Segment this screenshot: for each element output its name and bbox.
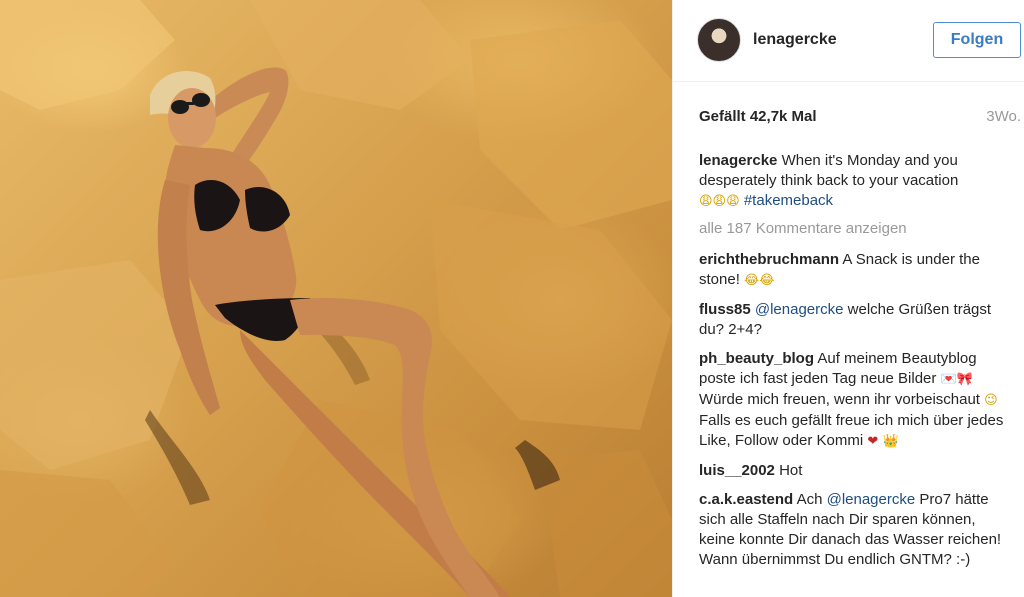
comment-emoji: 😉 xyxy=(984,393,998,408)
caption-username[interactable]: lenagercke xyxy=(699,152,777,169)
comment-text: Würde mich freuen, wenn ihr vorbeischaut xyxy=(699,391,980,408)
post-sidebar: lenagercke Folgen Gefällt 42,7k Mal 3Wo.… xyxy=(672,0,1024,597)
comment-text: Hot xyxy=(779,462,803,479)
comment-emoji: 😂😂 xyxy=(744,273,775,288)
caption-hashtag[interactable]: #takemeback xyxy=(744,192,833,209)
comment-username[interactable]: luis__2002 xyxy=(699,462,775,479)
photo-illustration xyxy=(0,0,672,597)
avatar[interactable] xyxy=(697,18,741,62)
likes-row: Gefällt 42,7k Mal 3Wo. xyxy=(699,108,1021,128)
list-item: erichthebruchmann A Snack is under the s… xyxy=(699,250,1009,291)
comment-username[interactable]: erichthebruchmann xyxy=(699,251,839,268)
comment-username[interactable]: c.a.k.eastend xyxy=(699,491,793,508)
caption-emojis: 😩😩😩 xyxy=(699,194,740,209)
likes-count[interactable]: Gefällt 42,7k Mal xyxy=(699,108,817,125)
comment-username[interactable]: fluss85 xyxy=(699,301,751,318)
caption: lenagercke When it's Monday and you desp… xyxy=(699,151,1009,212)
list-item: c.a.k.eastend Ach @lenagercke Pro7 hätte… xyxy=(699,490,1009,570)
post-time[interactable]: 3Wo. xyxy=(986,108,1021,125)
view-more-comments-link[interactable]: alle 187 Kommentare anzeigen xyxy=(699,219,1009,239)
list-item: ph_beauty_blog Auf meinem Beautyblog pos… xyxy=(699,349,1009,452)
crown-icon: 👑 xyxy=(882,434,899,449)
comment-mention[interactable]: @lenagercke xyxy=(755,301,844,318)
comments-list: lenagercke When it's Monday and you desp… xyxy=(699,151,1009,579)
comment-username[interactable]: ph_beauty_blog xyxy=(699,350,814,367)
comment-mention[interactable]: @lenagercke xyxy=(827,491,916,508)
comment-emoji: 💌🎀 xyxy=(940,372,973,387)
post-username[interactable]: lenagercke xyxy=(753,31,837,49)
list-item: luis__2002 Hot xyxy=(699,461,1009,481)
heart-icon: ❤ xyxy=(867,434,879,449)
follow-button[interactable]: Folgen xyxy=(933,22,1021,58)
list-item: fluss85 @lenagercke welche Grüßen trägst… xyxy=(699,300,1009,340)
comment-text: Falls es euch gefällt freue ich mich übe… xyxy=(699,412,1004,449)
comment-text: Ach xyxy=(796,491,823,508)
post-header: lenagercke Folgen xyxy=(673,0,1024,82)
post-photo[interactable] xyxy=(0,0,672,597)
